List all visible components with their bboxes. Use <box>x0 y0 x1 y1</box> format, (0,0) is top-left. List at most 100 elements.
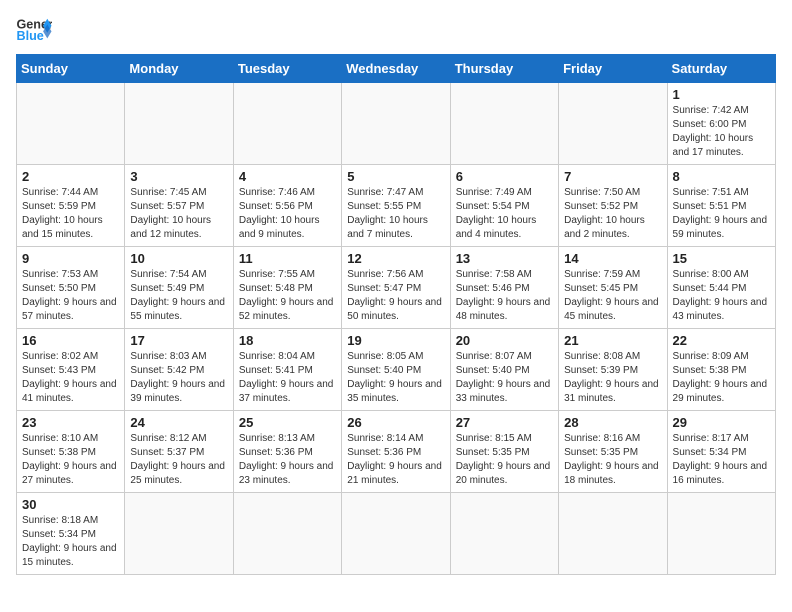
day-info: Sunrise: 7:51 AMSunset: 5:51 PMDaylight:… <box>673 186 770 242</box>
svg-text:Blue: Blue <box>17 29 44 43</box>
logo-icon: General Blue <box>16 16 52 44</box>
calendar-cell <box>17 83 125 165</box>
day-number: 8 <box>673 169 770 184</box>
calendar-cell: 29 Sunrise: 8:17 AMSunset: 5:34 PMDayligh… <box>667 411 775 493</box>
calendar-cell <box>233 83 341 165</box>
day-number: 4 <box>239 169 336 184</box>
calendar-week-row: 23 Sunrise: 8:10 AMSunset: 5:38 PMDayligh… <box>17 411 776 493</box>
day-number: 14 <box>564 251 661 266</box>
day-number: 15 <box>673 251 770 266</box>
day-number: 20 <box>456 333 553 348</box>
calendar-cell <box>342 83 450 165</box>
day-number: 23 <box>22 415 119 430</box>
calendar-cell: 18Sunrise: 8:04 AMSunset: 5:41 PMDayligh… <box>233 329 341 411</box>
day-number: 29 <box>673 415 770 430</box>
day-info: Sunrise: 8:08 AMSunset: 5:39 PMDaylight:… <box>564 350 661 406</box>
day-info: Sunrise: 7:53 AMSunset: 5:50 PMDaylight:… <box>22 268 119 324</box>
calendar-cell: 12 Sunrise: 7:56 AMSunset: 5:47 PMDayligh… <box>342 247 450 329</box>
day-info: Sunrise: 8:13 AMSunset: 5:36 PMDaylight:… <box>239 432 336 488</box>
day-info: Sunrise: 8:05 AMSunset: 5:40 PMDaylight:… <box>347 350 444 406</box>
calendar-cell: 20 Sunrise: 8:07 AMSunset: 5:40 PMDayligh… <box>450 329 558 411</box>
day-info: Sunrise: 7:55 AMSunset: 5:48 PMDaylight:… <box>239 268 336 324</box>
calendar-cell: 15 Sunrise: 8:00 AMSunset: 5:44 PMDayligh… <box>667 247 775 329</box>
day-info: Sunrise: 7:44 AMSunset: 5:59 PMDaylight:… <box>22 186 119 242</box>
calendar-cell: 26Sunrise: 8:14 AMSunset: 5:36 PMDayligh… <box>342 411 450 493</box>
calendar-cell: 9Sunrise: 7:53 AMSunset: 5:50 PMDaylight… <box>17 247 125 329</box>
calendar-cell <box>559 493 667 575</box>
day-number: 11 <box>239 251 336 266</box>
day-number: 24 <box>130 415 227 430</box>
calendar-cell <box>125 493 233 575</box>
day-info: Sunrise: 7:59 AMSunset: 5:45 PMDaylight:… <box>564 268 661 324</box>
calendar-cell: 28 Sunrise: 8:16 AMSunset: 5:35 PMDayligh… <box>559 411 667 493</box>
day-info: Sunrise: 7:50 AMSunset: 5:52 PMDaylight:… <box>564 186 661 242</box>
day-info: Sunrise: 8:09 AMSunset: 5:38 PMDaylight:… <box>673 350 770 406</box>
calendar-cell <box>233 493 341 575</box>
day-number: 3 <box>130 169 227 184</box>
calendar-week-row: 1 Sunrise: 7:42 AMSunset: 6:00 PMDaylight… <box>17 83 776 165</box>
day-number: 28 <box>564 415 661 430</box>
day-info: Sunrise: 7:42 AMSunset: 6:00 PMDaylight:… <box>673 104 770 160</box>
day-info: Sunrise: 8:04 AMSunset: 5:41 PMDaylight:… <box>239 350 336 406</box>
day-info: Sunrise: 8:02 AMSunset: 5:43 PMDaylight:… <box>22 350 119 406</box>
calendar-cell: 30 Sunrise: 8:18 AMSunset: 5:34 PMDayligh… <box>17 493 125 575</box>
day-info: Sunrise: 8:17 AMSunset: 5:34 PMDaylight:… <box>673 432 770 488</box>
day-info: Sunrise: 8:12 AMSunset: 5:37 PMDaylight:… <box>130 432 227 488</box>
calendar-cell: 1 Sunrise: 7:42 AMSunset: 6:00 PMDaylight… <box>667 83 775 165</box>
calendar-cell: 3Sunrise: 7:45 AMSunset: 5:57 PMDaylight… <box>125 165 233 247</box>
calendar-cell: 16 Sunrise: 8:02 AMSunset: 5:43 PMDayligh… <box>17 329 125 411</box>
day-number: 1 <box>673 87 770 102</box>
day-number: 19 <box>347 333 444 348</box>
calendar-cell: 4 Sunrise: 7:46 AMSunset: 5:56 PMDaylight… <box>233 165 341 247</box>
logo: General Blue <box>16 16 52 44</box>
day-number: 10 <box>130 251 227 266</box>
calendar-cell: 24 Sunrise: 8:12 AMSunset: 5:37 PMDayligh… <box>125 411 233 493</box>
day-number: 21 <box>564 333 661 348</box>
day-number: 5 <box>347 169 444 184</box>
calendar-cell: 6 Sunrise: 7:49 AMSunset: 5:54 PMDaylight… <box>450 165 558 247</box>
weekday-header-thursday: Thursday <box>450 55 558 83</box>
day-info: Sunrise: 8:00 AMSunset: 5:44 PMDaylight:… <box>673 268 770 324</box>
calendar-cell: 8 Sunrise: 7:51 AMSunset: 5:51 PMDaylight… <box>667 165 775 247</box>
calendar-cell: 27 Sunrise: 8:15 AMSunset: 5:35 PMDayligh… <box>450 411 558 493</box>
calendar-cell <box>559 83 667 165</box>
calendar-cell <box>450 493 558 575</box>
day-number: 16 <box>22 333 119 348</box>
calendar-cell: 19 Sunrise: 8:05 AMSunset: 5:40 PMDayligh… <box>342 329 450 411</box>
calendar-week-row: 9Sunrise: 7:53 AMSunset: 5:50 PMDaylight… <box>17 247 776 329</box>
calendar-cell <box>125 83 233 165</box>
weekday-header-saturday: Saturday <box>667 55 775 83</box>
day-info: Sunrise: 7:58 AMSunset: 5:46 PMDaylight:… <box>456 268 553 324</box>
weekday-header-wednesday: Wednesday <box>342 55 450 83</box>
day-number: 27 <box>456 415 553 430</box>
day-number: 26 <box>347 415 444 430</box>
calendar-cell: 7Sunrise: 7:50 AMSunset: 5:52 PMDaylight… <box>559 165 667 247</box>
calendar-table: SundayMondayTuesdayWednesdayThursdayFrid… <box>16 54 776 575</box>
calendar-cell: 10 Sunrise: 7:54 AMSunset: 5:49 PMDayligh… <box>125 247 233 329</box>
calendar-cell: 17Sunrise: 8:03 AMSunset: 5:42 PMDayligh… <box>125 329 233 411</box>
calendar-week-row: 30 Sunrise: 8:18 AMSunset: 5:34 PMDayligh… <box>17 493 776 575</box>
day-info: Sunrise: 8:07 AMSunset: 5:40 PMDaylight:… <box>456 350 553 406</box>
day-number: 6 <box>456 169 553 184</box>
day-info: Sunrise: 7:49 AMSunset: 5:54 PMDaylight:… <box>456 186 553 242</box>
calendar-cell: 2Sunrise: 7:44 AMSunset: 5:59 PMDaylight… <box>17 165 125 247</box>
calendar-header-row: SundayMondayTuesdayWednesdayThursdayFrid… <box>17 55 776 83</box>
day-number: 22 <box>673 333 770 348</box>
calendar-cell: 22 Sunrise: 8:09 AMSunset: 5:38 PMDayligh… <box>667 329 775 411</box>
calendar-cell <box>667 493 775 575</box>
weekday-header-monday: Monday <box>125 55 233 83</box>
day-info: Sunrise: 7:47 AMSunset: 5:55 PMDaylight:… <box>347 186 444 242</box>
day-number: 30 <box>22 497 119 512</box>
calendar-week-row: 2Sunrise: 7:44 AMSunset: 5:59 PMDaylight… <box>17 165 776 247</box>
day-info: Sunrise: 7:46 AMSunset: 5:56 PMDaylight:… <box>239 186 336 242</box>
day-info: Sunrise: 7:54 AMSunset: 5:49 PMDaylight:… <box>130 268 227 324</box>
calendar-cell: 14 Sunrise: 7:59 AMSunset: 5:45 PMDayligh… <box>559 247 667 329</box>
day-info: Sunrise: 8:15 AMSunset: 5:35 PMDaylight:… <box>456 432 553 488</box>
day-info: Sunrise: 8:18 AMSunset: 5:34 PMDaylight:… <box>22 514 119 570</box>
day-info: Sunrise: 8:16 AMSunset: 5:35 PMDaylight:… <box>564 432 661 488</box>
day-info: Sunrise: 8:10 AMSunset: 5:38 PMDaylight:… <box>22 432 119 488</box>
calendar-cell: 23 Sunrise: 8:10 AMSunset: 5:38 PMDayligh… <box>17 411 125 493</box>
calendar-cell <box>342 493 450 575</box>
day-number: 12 <box>347 251 444 266</box>
day-info: Sunrise: 7:56 AMSunset: 5:47 PMDaylight:… <box>347 268 444 324</box>
